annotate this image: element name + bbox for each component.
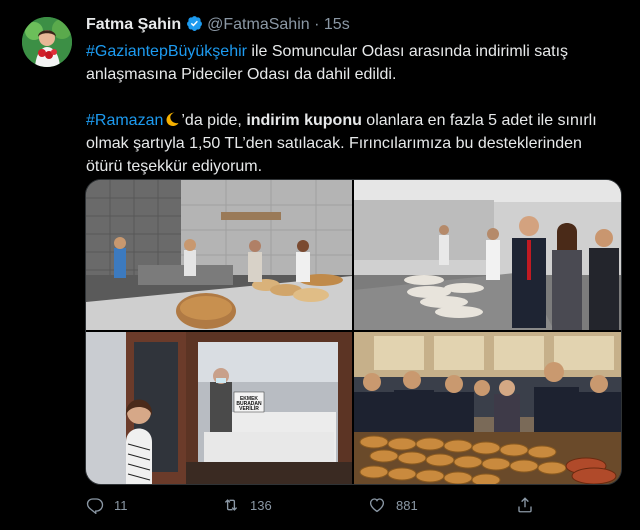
reply-icon xyxy=(86,498,104,514)
sign-line-3: VERİLİR xyxy=(239,405,259,412)
author-handle[interactable]: @FatmaSahin xyxy=(207,16,310,33)
media-grid: EKMEK BURADAN VERİLİR xyxy=(85,179,622,485)
photo-officials-oven[interactable] xyxy=(354,180,621,330)
hashtag-ramazan[interactable]: #Ramazan xyxy=(86,112,163,129)
reply-button[interactable]: 11 xyxy=(86,496,128,514)
tweet-header: Fatma Şahin @FatmaSahin · 15s xyxy=(86,15,350,34)
tweet-text: #GaziantepBüyükşehir ile Somuncular Odas… xyxy=(86,40,621,178)
like-button[interactable]: 881 xyxy=(368,496,418,514)
photo-crowd-simit[interactable] xyxy=(354,332,621,484)
reply-count: 11 xyxy=(114,497,128,513)
photo-bread-window[interactable]: EKMEK BURADAN VERİLİR xyxy=(86,332,352,484)
avatar[interactable] xyxy=(22,17,72,67)
retweet-count: 136 xyxy=(250,497,272,513)
tweet-time[interactable]: 15s xyxy=(324,16,350,33)
paragraph-2-text-a: ’da pide, xyxy=(181,112,247,129)
paragraph-2-bold: indirim kuponu xyxy=(246,112,362,129)
like-icon xyxy=(369,498,385,513)
tweet-paragraph-1: #GaziantepBüyükşehir ile Somuncular Odas… xyxy=(86,40,621,86)
retweet-button[interactable]: 136 xyxy=(222,496,272,514)
tweet-paragraph-2: #Ramazan’da pide, indirim kuponu olanlar… xyxy=(86,109,621,178)
crescent-moon-icon xyxy=(166,112,179,126)
like-count: 881 xyxy=(396,497,418,513)
tweet-actions: 11 136 881 xyxy=(86,496,616,518)
tweet: Fatma Şahin @FatmaSahin · 15s #GaziantepB… xyxy=(0,0,640,530)
photo-bakery-interior[interactable] xyxy=(86,180,352,330)
header-separator: · xyxy=(314,16,320,33)
author-name[interactable]: Fatma Şahin xyxy=(86,16,181,33)
share-icon xyxy=(518,497,532,513)
share-button[interactable] xyxy=(516,496,544,514)
retweet-icon xyxy=(224,499,238,511)
hashtag-gaziantep[interactable]: #GaziantepBüyükşehir xyxy=(86,43,247,60)
verified-icon xyxy=(187,16,203,31)
